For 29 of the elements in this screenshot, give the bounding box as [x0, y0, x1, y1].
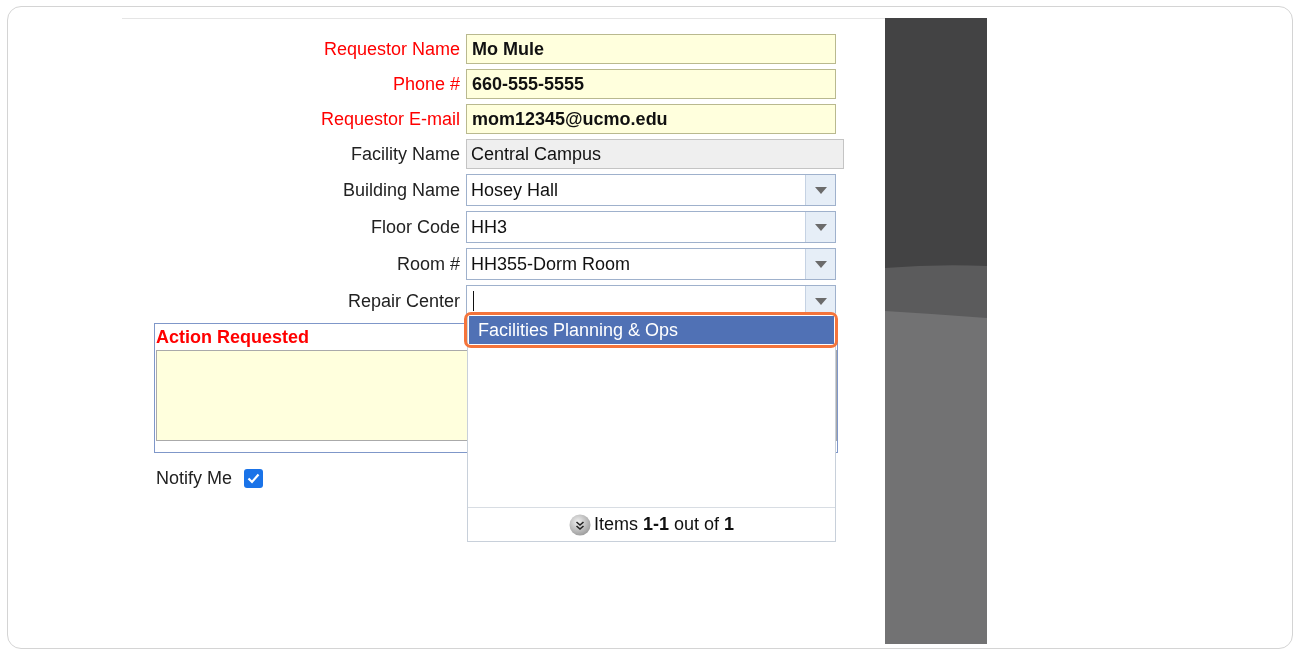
field-label: Requestor Name — [322, 37, 460, 61]
pager-info: Items 1-1 out of 1 — [593, 513, 735, 536]
notify-checkbox[interactable] — [244, 469, 264, 488]
caret-icon — [814, 223, 827, 231]
field-label: Requestor E-mail — [319, 107, 460, 131]
dropdown-option[interactable]: Facilities Planning & Ops — [469, 316, 834, 344]
field-label: Facility Name — [349, 142, 460, 166]
dropdown-button[interactable] — [805, 249, 835, 279]
dropdown-field[interactable]: Hosey Hall — [466, 174, 836, 206]
caret-icon — [814, 186, 827, 194]
dropdown-field[interactable]: HH3 — [466, 211, 836, 243]
input-field[interactable]: mom12345@ucmo.edu — [466, 104, 836, 134]
field-label: Phone # — [391, 72, 460, 96]
field-label: Floor Code — [369, 215, 460, 239]
expand-icon[interactable] — [568, 513, 591, 536]
action-requested-label: Action Requested — [155, 326, 310, 349]
field-label: Room # — [395, 252, 460, 276]
input-field[interactable]: Mo Mule — [466, 34, 836, 64]
caret-icon — [814, 260, 827, 268]
dropdown-field[interactable]: HH355-Dorm Room — [466, 248, 836, 280]
dropdown-button[interactable] — [805, 175, 835, 205]
caret-icon — [814, 297, 827, 305]
field-label: Repair Center — [346, 289, 460, 313]
input-field[interactable]: Central Campus — [466, 139, 844, 169]
notify-me-label: Notify Me — [156, 467, 233, 490]
dropdown-button[interactable] — [805, 212, 835, 242]
text-cursor — [473, 291, 474, 311]
input-field[interactable]: 660-555-5555 — [466, 69, 836, 99]
field-label: Building Name — [341, 178, 460, 202]
